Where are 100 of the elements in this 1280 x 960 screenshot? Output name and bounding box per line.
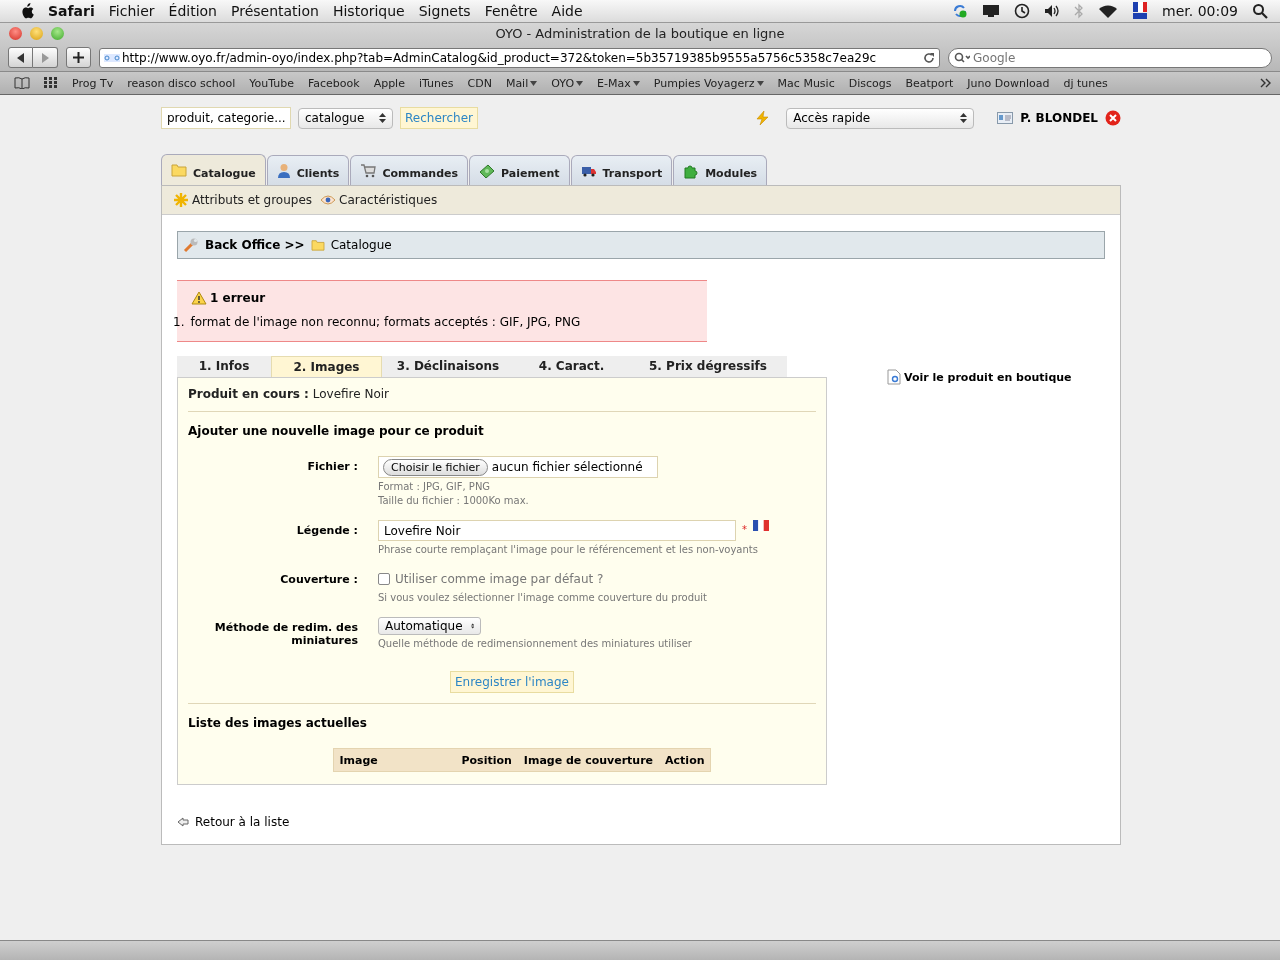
plus-icon [73,52,84,63]
sub-menu-link[interactable]: Caractéristiques [320,193,438,207]
column-header: Image [339,753,379,767]
nav-tab[interactable]: Modules [673,155,768,185]
product-tab[interactable]: 3. Déclinaisons [382,356,514,377]
field-label: Fichier : [306,459,358,475]
bookmark-item[interactable]: iTunes [418,76,454,90]
current-product: Produit en cours : Lovefire Noir [188,387,391,401]
product-tab[interactable]: 2. Images [271,356,382,377]
id-card-icon [997,112,1014,124]
field-label: Légende : [295,523,358,539]
more-icon[interactable] [1260,78,1272,88]
clock-icon[interactable] [1014,3,1031,19]
view-product-link[interactable]: Voir le produit en boutique [887,368,1072,386]
back-to-list-link[interactable]: Retour à la liste [177,815,1105,829]
menu-item[interactable]: Édition [168,3,217,19]
bookmark-item[interactable]: dj tunes [1063,76,1108,90]
forward-button[interactable] [33,47,58,68]
menu-item[interactable]: Historique [332,3,405,19]
menu-item[interactable]: Fenêtre [484,3,538,19]
nav-tab[interactable]: Paiement [469,155,570,185]
menu-item[interactable]: Fichier [108,3,155,19]
bookmark-item[interactable]: OYO [551,76,584,90]
nav-tab[interactable]: Transport [570,155,673,185]
menu-item[interactable]: Aide [551,3,583,19]
breadcrumb-link[interactable]: Back Office >> [205,238,305,252]
list-number: 1. [173,315,185,329]
bookmark-item[interactable]: Discogs [848,76,892,90]
display-icon[interactable] [982,4,1001,18]
caption-field[interactable]: Lovefire Noir [378,520,736,541]
menu-item[interactable]: Présentation [231,3,319,19]
column-header: Action [665,753,705,767]
site-icon [104,53,120,62]
grid-icon[interactable] [44,77,58,89]
sub-menu-link[interactable]: Attributs et groupes [173,192,313,208]
bookmark-item[interactable]: Juno Download [967,76,1050,90]
nav-tab[interactable]: Clients [266,155,350,185]
nav-tab[interactable]: Catalogue [161,154,266,185]
bookmark-item[interactable]: Prog Tv [72,76,114,90]
field-hint: Phrase courte remplaçant l'image pour le référencement et les non-voyants [378,544,759,555]
cart-icon [360,163,377,178]
search-button[interactable]: Rechercher [400,107,478,129]
bookmark-item[interactable]: Pumpies Voyagerz [653,76,764,90]
checkbox-label[interactable]: Utiliser comme image par défaut ? [395,572,604,586]
bookmark-item[interactable]: Facebook [307,76,360,90]
menu-item[interactable]: Signets [418,3,471,19]
folder-icon [310,239,325,251]
menu-app-name[interactable]: Safari [48,3,95,19]
french-flag-icon[interactable] [1132,2,1149,20]
bookmark-item[interactable]: YouTube [249,76,294,90]
add-bookmark-button[interactable] [66,47,91,68]
bookmark-item[interactable]: Mail [505,76,538,90]
menu-clock[interactable]: mer. 00:09 [1162,3,1238,19]
french-flag-icon[interactable] [753,520,769,531]
nav-tab[interactable]: Commandes [350,155,469,185]
bookmark-item[interactable]: Mac Music [777,76,835,90]
folder-icon [171,163,187,177]
spinner-arrows-icon [379,113,386,123]
search-icon[interactable] [1252,3,1268,19]
back-button[interactable] [8,47,33,68]
sync-icon[interactable] [952,3,969,19]
save-image-button[interactable]: Enregistrer l'image [450,671,574,693]
file-input[interactable]: Choisir le fichier aucun fichier sélectionné [378,456,658,478]
warning-icon [191,291,207,305]
product-tab[interactable]: 4. Caract. [514,356,629,377]
spinner-arrows-icon [960,113,968,123]
product-tab[interactable]: 5. Prix dégressifs [629,356,787,377]
volume-icon[interactable] [1044,4,1061,18]
section-title: Ajouter une nouvelle image pour ce produit [188,424,485,438]
wrench-icon [183,237,199,253]
book-icon[interactable] [14,77,30,89]
checkbox[interactable] [378,573,390,585]
choose-file-button[interactable]: Choisir le fichier [383,458,488,476]
back-arrow-icon [16,52,25,63]
banknote-icon [479,163,496,178]
bookmark-item[interactable]: reason disco school [127,76,236,90]
wifi-icon[interactable] [1098,3,1119,19]
required-mark: * [742,524,747,535]
logout-icon[interactable] [1105,110,1121,126]
apple-logo-icon[interactable] [20,3,34,19]
person-icon [276,162,291,179]
search-field[interactable]: Google [948,47,1272,68]
scope-select[interactable]: catalogue [298,107,393,129]
close-button[interactable] [9,27,22,40]
field-label: Méthode de redim. des miniatures [213,620,358,649]
puzzle-icon [683,162,700,179]
field-hint: Quelle méthode de redimensionnement des miniatures utiliser [378,638,693,649]
reload-icon[interactable] [923,51,935,64]
bookmark-item[interactable]: Beatport [905,76,954,90]
quick-access-select[interactable]: Accès rapide [786,107,975,129]
product-tab[interactable]: 1. Infos [177,356,271,377]
error-title: 1 erreur [210,291,266,305]
bookmark-item[interactable]: Apple [373,76,405,90]
search-field[interactable]: produit, categorie... [161,107,291,129]
bookmark-item[interactable]: E-Max [597,76,640,90]
resize-method-select[interactable]: Automatique [378,617,481,635]
column-header: Image de couverture [523,753,654,767]
bookmark-item[interactable]: CDN [467,76,492,90]
column-header: Position [461,753,512,767]
address-field[interactable]: http://www.oyo.fr/admin-oyo/index.php?tab=AdminCatalog&id_product=372&token=5b35719385b9555a5756c5358c7ea29c [99,47,940,68]
